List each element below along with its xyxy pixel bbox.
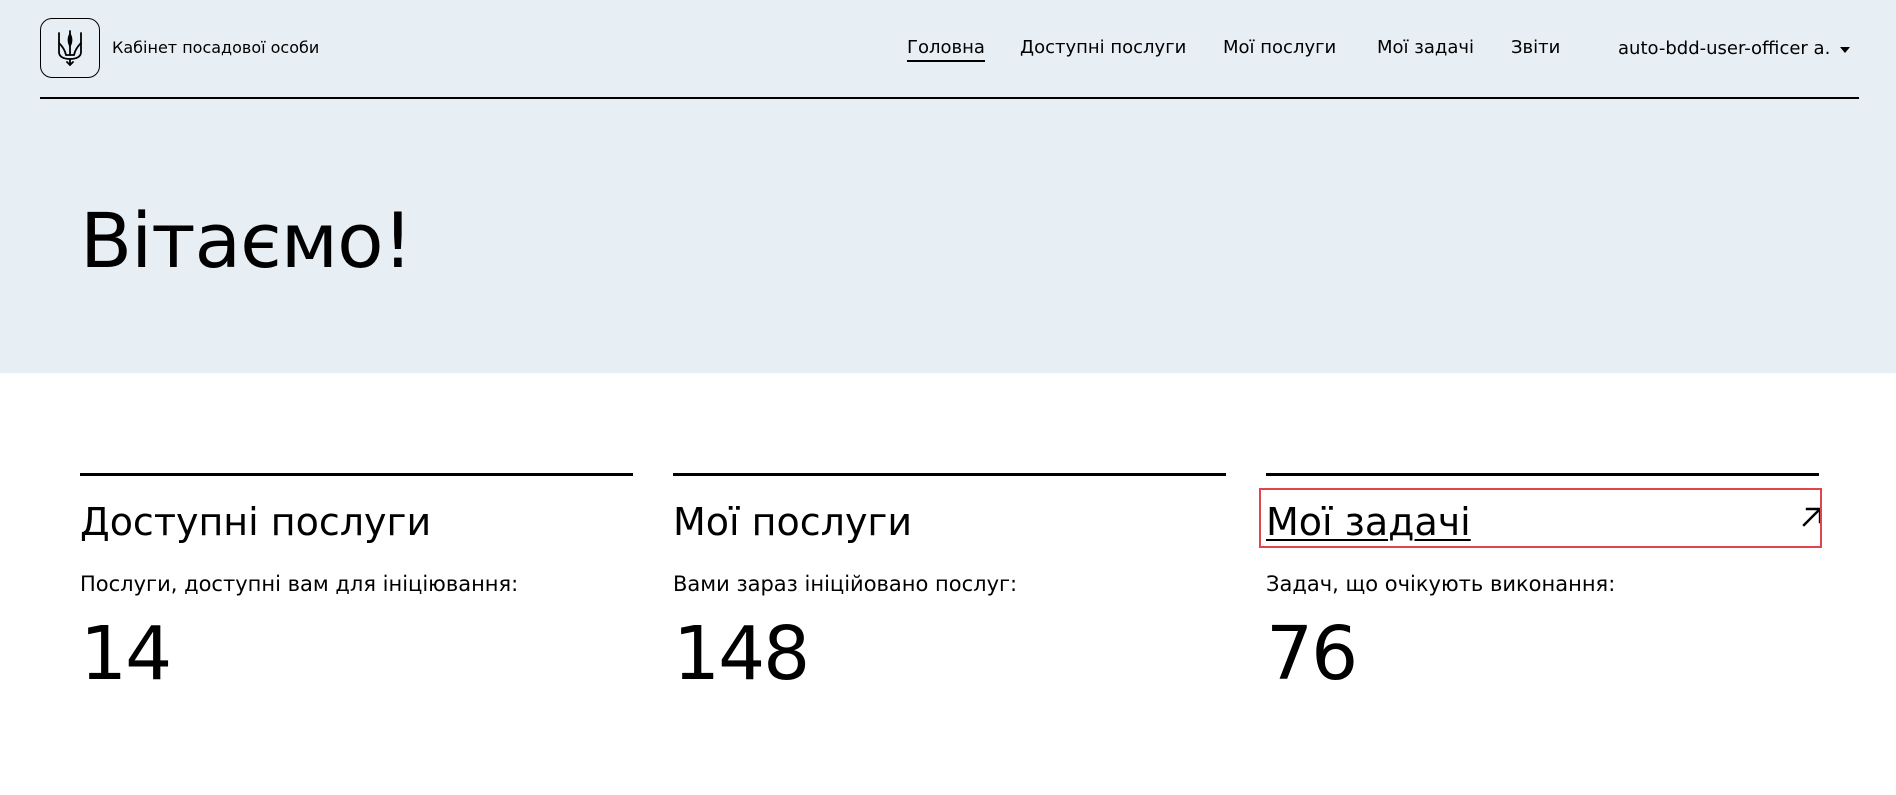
brand-title: Кабінет посадової особи xyxy=(112,38,320,57)
card-title: Доступні послуги xyxy=(80,500,432,544)
nav-my-services[interactable]: Мої послуги xyxy=(1223,36,1336,62)
hero-section: Кабінет посадової особи Головна Доступні… xyxy=(0,0,1896,373)
nav-available-services[interactable]: Доступні послуги xyxy=(1020,36,1186,62)
page-title: Вітаємо! xyxy=(80,196,413,285)
card-value: 148 xyxy=(673,611,810,697)
card-value: 76 xyxy=(1266,611,1358,697)
nav-reports[interactable]: Звіти xyxy=(1511,36,1560,62)
logo-button[interactable] xyxy=(40,18,100,78)
card-description: Вами зараз ініційовано послуг: xyxy=(673,572,1018,596)
my-tasks-link[interactable]: Мої задачі xyxy=(1266,498,1471,546)
user-name: auto-bdd-user-officer a. xyxy=(1618,38,1831,59)
card-my-services: Мої послуги Вами зараз ініційовано послу… xyxy=(673,473,1226,703)
header: Кабінет посадової особи Головна Доступні… xyxy=(40,0,1859,99)
card-description: Послуги, доступні вам для ініціювання: xyxy=(80,572,519,596)
user-menu[interactable]: auto-bdd-user-officer a. xyxy=(1618,36,1851,62)
nav-home[interactable]: Головна xyxy=(907,36,985,62)
card-title: Мої послуги xyxy=(673,500,913,544)
card-available-services: Доступні послуги Послуги, доступні вам д… xyxy=(80,473,633,703)
trident-icon xyxy=(58,30,82,66)
arrow-up-right-icon[interactable] xyxy=(1799,504,1825,530)
card-description: Задач, що очікують виконання: xyxy=(1266,572,1616,596)
card-my-tasks: Мої задачі Задач, що очікують виконання:… xyxy=(1266,473,1822,703)
nav-my-tasks[interactable]: Мої задачі xyxy=(1377,36,1474,62)
caret-down-icon xyxy=(1840,47,1851,53)
card-value: 14 xyxy=(80,611,172,697)
